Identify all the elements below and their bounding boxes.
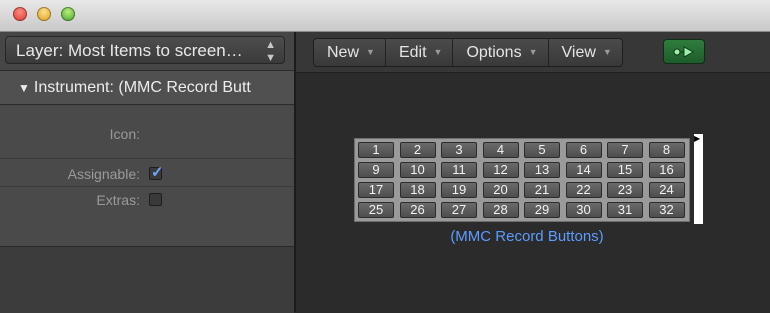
mmc-record-button[interactable]: 11	[441, 162, 477, 178]
menu-bar: New ▼ Edit ▼ Options ▼ View ▼	[313, 38, 623, 67]
mmc-record-button[interactable]: 16	[648, 162, 685, 178]
minimize-window-button[interactable]	[37, 7, 51, 21]
close-window-button[interactable]	[13, 7, 27, 21]
menu-new-label: New	[327, 44, 360, 61]
mmc-record-button[interactable]: 19	[441, 182, 477, 198]
mmc-record-button[interactable]: 30	[565, 202, 602, 218]
assignable-checkbox[interactable]: ✓	[149, 164, 164, 181]
icon-label: Icon:	[109, 126, 140, 142]
link-button[interactable]	[663, 39, 705, 64]
mmc-record-button[interactable]: 27	[441, 202, 477, 218]
maximize-window-button[interactable]	[61, 7, 75, 21]
mmc-record-button[interactable]: 7	[607, 142, 643, 158]
mmc-record-button[interactable]: 21	[524, 182, 560, 198]
mmc-record-button[interactable]: 24	[648, 182, 685, 198]
mmc-record-button[interactable]: 14	[565, 162, 602, 178]
layer-select-label: Layer: Most Items to screen…	[16, 41, 243, 60]
checkmark-icon: ✓	[151, 164, 164, 181]
menu-edit[interactable]: Edit ▼	[386, 39, 454, 66]
mmc-record-button[interactable]: 9	[358, 162, 394, 178]
mmc-button-grid: 1 2 3 4 5 6 7 8 9 10 11 12 13 14 15 16 17 18 19 20 21 22 23 24 2…	[354, 138, 690, 222]
mmc-record-button[interactable]: 10	[399, 162, 436, 178]
divider	[0, 158, 294, 159]
window-titlebar	[0, 0, 770, 32]
mmc-record-button[interactable]: 29	[524, 202, 560, 218]
menu-options-label: Options	[466, 44, 522, 61]
divider	[0, 186, 294, 187]
mmc-record-button[interactable]: 6	[565, 142, 602, 158]
mmc-record-button[interactable]: 4	[482, 142, 519, 158]
chevron-down-icon: ▼	[433, 47, 443, 57]
object-caption[interactable]: (MMC Record Buttons)	[354, 228, 700, 245]
mmc-record-button[interactable]: 8	[648, 142, 685, 158]
triangle-right-icon: ▶	[694, 134, 701, 143]
menu-view[interactable]: View ▼	[549, 39, 622, 66]
mmc-record-button[interactable]: 26	[399, 202, 436, 218]
mmc-record-button[interactable]: 25	[358, 202, 394, 218]
extras-checkbox[interactable]	[149, 193, 162, 206]
menu-options[interactable]: Options ▼	[453, 39, 549, 66]
link-arrow-icon	[673, 46, 695, 58]
mmc-record-button[interactable]: 3	[441, 142, 477, 158]
menu-edit-label: Edit	[398, 44, 427, 61]
mmc-record-button[interactable]: 32	[648, 202, 685, 218]
updown-arrows-icon: ▲ ▼	[265, 39, 276, 64]
chevron-down-icon: ▼	[528, 47, 538, 57]
chevron-down-icon: ▼	[366, 47, 375, 57]
menu-new[interactable]: New ▼	[314, 39, 386, 66]
mmc-record-button[interactable]: 28	[482, 202, 519, 218]
mmc-record-button[interactable]: 15	[607, 162, 643, 178]
mmc-record-button[interactable]: 13	[524, 162, 560, 178]
inspector-empty-area	[0, 246, 294, 313]
mmc-record-button[interactable]: 5	[524, 142, 560, 158]
mmc-record-button[interactable]: 22	[565, 182, 602, 198]
mmc-record-button[interactable]: 2	[399, 142, 436, 158]
mmc-record-button[interactable]: 17	[358, 182, 394, 198]
inspector-panel: Layer: Most Items to screen… ▲ ▼ ▼ Instrum…	[0, 32, 296, 313]
chevron-down-icon: ▼	[602, 47, 612, 57]
environment-area: New ▼ Edit ▼ Options ▼ View ▼ 1 2 3 4 5 6 7 8 9 10 11 1…	[296, 32, 770, 312]
mmc-record-button[interactable]: 23	[607, 182, 643, 198]
mmc-record-button[interactable]: 20	[482, 182, 519, 198]
instrument-header[interactable]: ▼ Instrument: (MMC Record Butt	[0, 71, 294, 105]
mmc-record-button[interactable]: 12	[482, 162, 519, 178]
extras-label: Extras:	[96, 192, 140, 208]
instrument-header-label: Instrument: (MMC Record Butt	[33, 79, 251, 96]
menu-view-label: View	[561, 44, 596, 61]
environment-toolbar: New ▼ Edit ▼ Options ▼ View ▼	[296, 32, 770, 73]
mmc-record-button[interactable]: 31	[607, 202, 643, 218]
instrument-properties: Icon: Assignable: ✓ Extras:	[0, 106, 294, 246]
object-resize-strip[interactable]: ▶	[694, 134, 703, 224]
assignable-label: Assignable:	[67, 166, 140, 182]
disclosure-triangle-icon[interactable]: ▼	[18, 71, 30, 104]
layer-select[interactable]: Layer: Most Items to screen… ▲ ▼	[5, 36, 285, 64]
mmc-record-button[interactable]: 1	[358, 142, 394, 158]
mmc-record-button[interactable]: 18	[399, 182, 436, 198]
